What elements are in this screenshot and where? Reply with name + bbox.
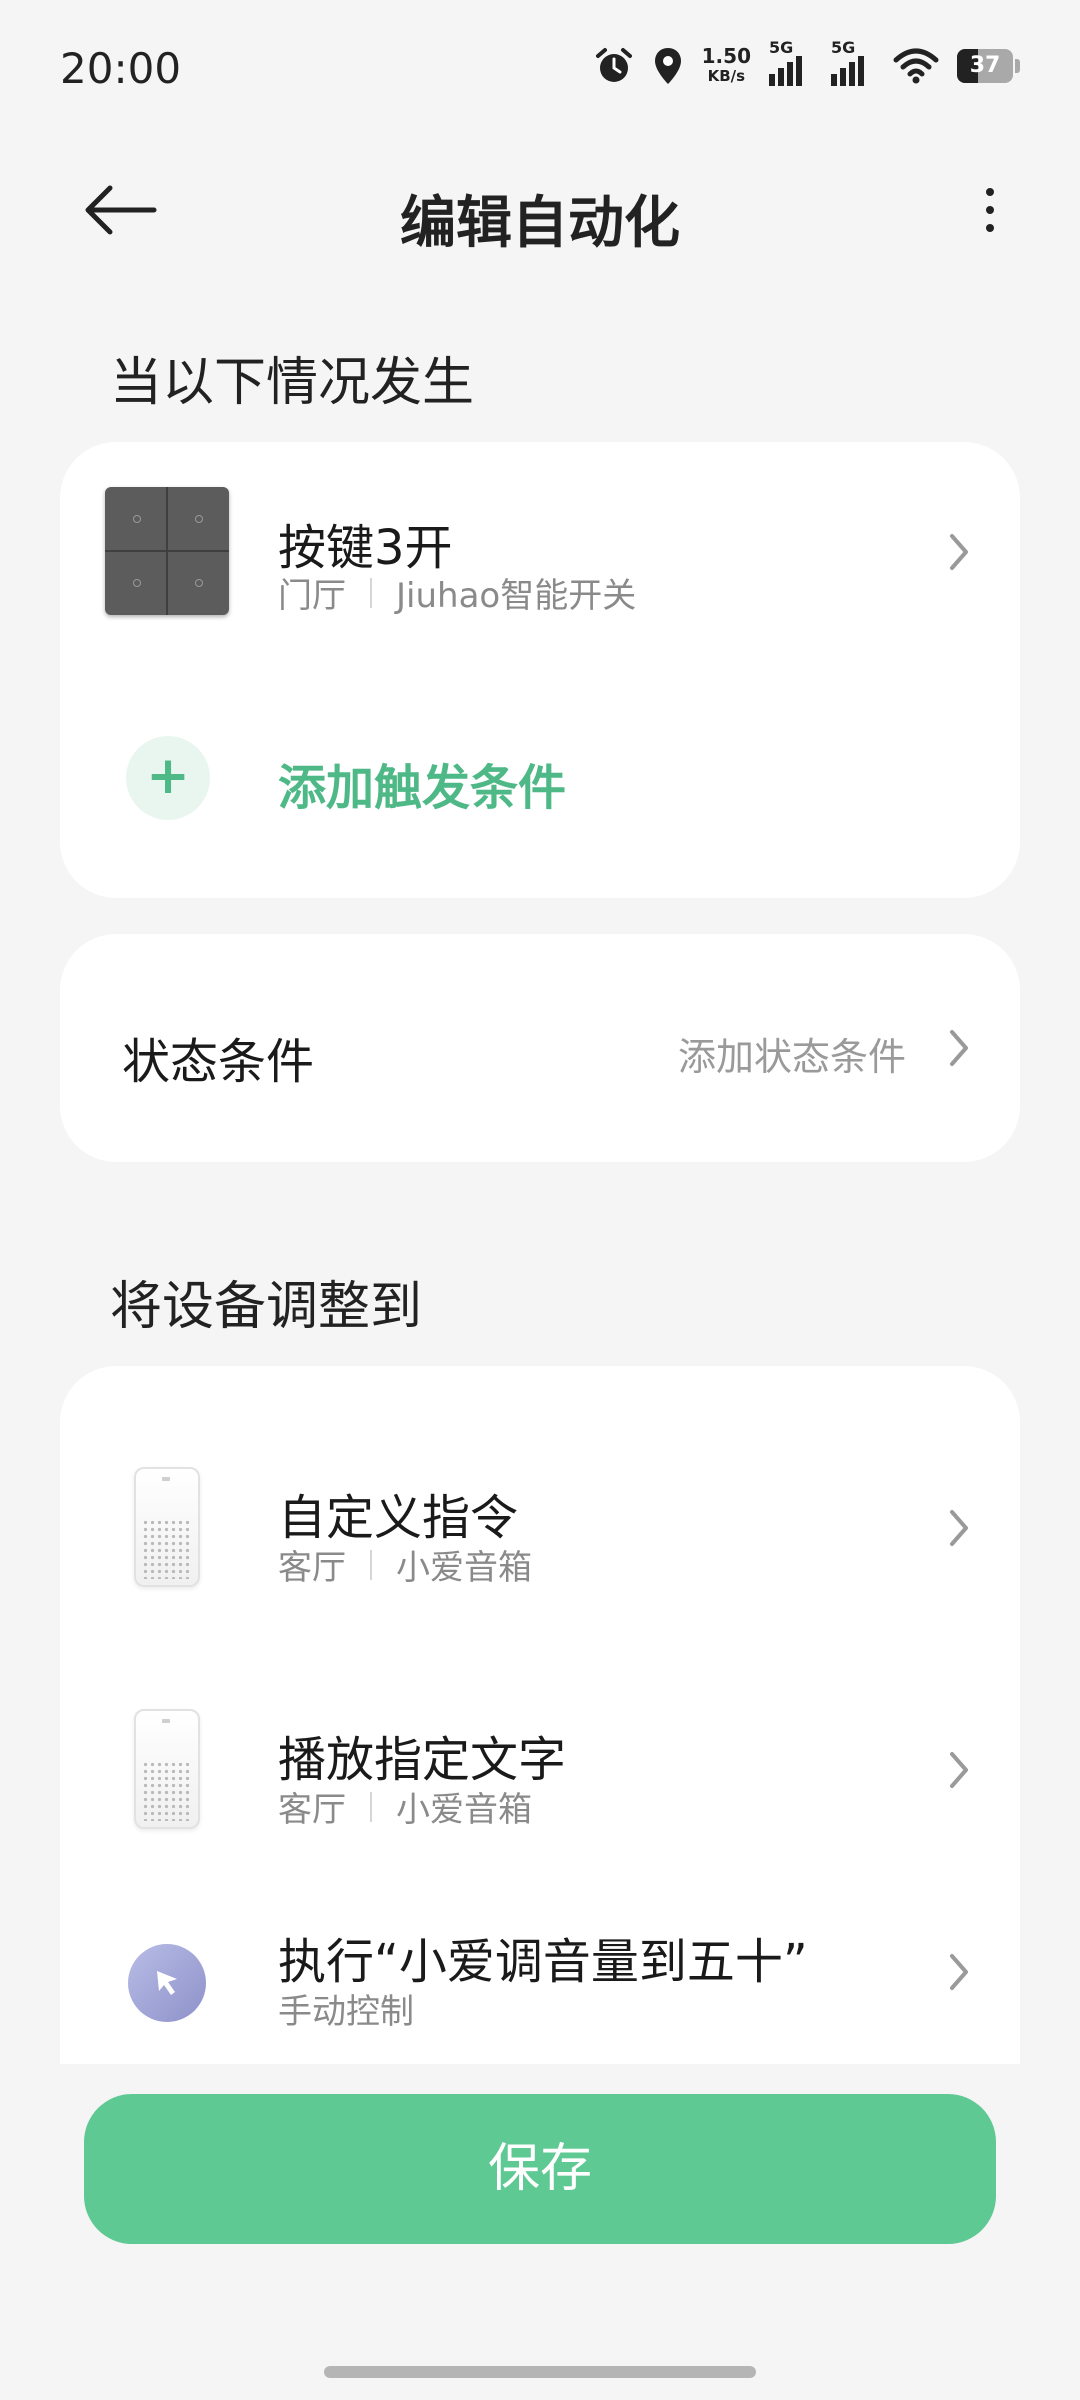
- trigger-section-title: 当以下情况发生: [110, 353, 475, 413]
- chevron-right-icon: [950, 1030, 968, 1066]
- wifi-icon: [893, 48, 939, 84]
- action-subtitle: 客厅 小爱音箱: [278, 1782, 532, 1831]
- chevron-right-icon: [950, 534, 968, 570]
- action-device: 小爱音箱: [396, 1790, 532, 1830]
- sim2-generation: 5G: [831, 38, 856, 57]
- location-icon: [654, 48, 681, 84]
- battery-level: 37: [969, 53, 1001, 78]
- separator: [370, 1791, 372, 1822]
- more-options-button[interactable]: [960, 180, 1020, 240]
- action-row[interactable]: 播放指定文字 客厅 小爱音箱: [60, 1668, 1020, 1868]
- action-room: 客厅: [278, 1548, 346, 1588]
- signal-icon: 5G: [769, 38, 813, 86]
- network-speed-value: 1.50: [701, 44, 751, 68]
- add-trigger-label: 添加触发条件: [278, 760, 567, 816]
- cursor-icon: [157, 1971, 177, 1995]
- status-bar: 20:00 1.50 KB/s 5G 5G 37: [0, 0, 1080, 140]
- trigger-card: 按键3开 门厅 Jiuhao智能开关 + 添加触发条件: [60, 442, 1020, 898]
- trigger-room: 门厅: [278, 576, 346, 616]
- state-condition-value: 添加状态条件: [677, 1035, 906, 1079]
- chevron-right-icon: [950, 1954, 968, 1990]
- state-condition-card[interactable]: 状态条件 添加状态条件: [60, 934, 1020, 1162]
- chevron-right-icon: [950, 1752, 968, 1788]
- chevron-right-icon: [950, 1510, 968, 1546]
- action-device: 小爱音箱: [396, 1548, 532, 1588]
- speaker-device-icon: [104, 1706, 230, 1832]
- page-title: 编辑自动化: [400, 191, 680, 256]
- status-time: 20:00: [60, 44, 182, 93]
- trigger-device: Jiuhao智能开关: [396, 576, 637, 616]
- header: 编辑自动化: [0, 160, 1080, 260]
- plus-icon: +: [126, 736, 210, 820]
- action-subtitle: 客厅 小爱音箱: [278, 1540, 532, 1589]
- action-row[interactable]: 自定义指令 客厅 小爱音箱: [60, 1426, 1020, 1626]
- state-condition-label: 状态条件: [122, 1034, 315, 1090]
- status-icons: 1.50 KB/s 5G 5G 37: [594, 38, 1020, 86]
- network-speed-unit: KB/s: [707, 67, 746, 85]
- action-room: 客厅: [278, 1790, 346, 1830]
- action-row[interactable]: 执行“小爱调音量到五十” 手动控制: [60, 1902, 1020, 2064]
- home-indicator[interactable]: [324, 2366, 756, 2378]
- sim1-generation: 5G: [769, 38, 794, 57]
- alarm-icon: [595, 48, 632, 82]
- more-dot-icon: [986, 206, 994, 214]
- separator: [370, 1549, 372, 1580]
- signal-icon-2: 5G: [831, 38, 875, 86]
- action-card: 自定义指令 客厅 小爱音箱 播放指定文字 客厅 小爱音箱 执行“小爱调音量到五十…: [60, 1366, 1020, 2064]
- action-section-title: 将设备调整到: [110, 1277, 423, 1337]
- action-title: 播放指定文字: [278, 1732, 567, 1788]
- more-dot-icon: [986, 224, 994, 232]
- trigger-subtitle: 门厅 Jiuhao智能开关: [278, 568, 636, 617]
- trigger-row[interactable]: 按键3开 门厅 Jiuhao智能开关: [60, 442, 1020, 662]
- action-subtitle: 手动控制: [278, 1992, 414, 2032]
- battery-tip: [1015, 59, 1020, 73]
- action-title: 自定义指令: [278, 1490, 519, 1546]
- separator: [370, 577, 372, 608]
- network-speed: 1.50 KB/s: [702, 46, 751, 86]
- speaker-device-icon: [104, 1464, 230, 1590]
- battery-icon: 37: [957, 49, 1013, 83]
- manual-control-icon: [104, 1920, 230, 2046]
- switch-device-icon: [104, 487, 230, 615]
- add-trigger-row[interactable]: + 添加触发条件: [60, 702, 1020, 862]
- save-button[interactable]: 保存: [84, 2094, 996, 2244]
- more-dot-icon: [986, 188, 994, 196]
- screen: 20:00 1.50 KB/s 5G 5G 37 编辑自动化 当以下情况发生 按…: [0, 0, 1080, 2400]
- action-title: 执行“小爱调音量到五十”: [278, 1934, 808, 1990]
